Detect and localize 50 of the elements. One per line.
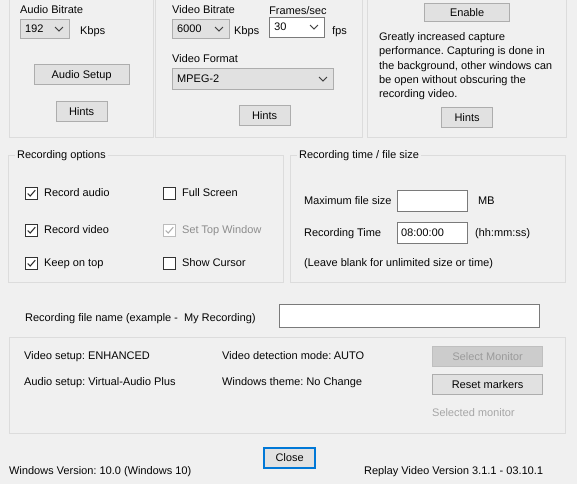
video-bitrate-label: Video Bitrate [172,3,236,17]
video-format-label: Video Format [172,52,239,66]
action-button[interactable]: Reset markers [432,374,543,395]
audio-bitrate-dropdown[interactable]: 192 [20,19,70,39]
checkmark-icon [26,188,37,198]
checkbox[interactable]: Record audio [25,186,163,200]
video-detection-text: Video detection mode: AUTO [222,350,366,362]
limits-note: (Leave blank for unlimited size or time) [304,257,494,269]
fps-dropdown[interactable]: 30 [269,16,326,38]
max-file-size-field[interactable] [397,190,468,212]
selected-monitor-label: Selected monitor [432,407,515,419]
time-format-label: (hh:mm:ss) [475,227,530,239]
chevron-icon [318,76,328,82]
hints-button[interactable]: Hints [238,105,290,126]
file-name-field[interactable] [279,304,540,328]
recording-time-label: Recording Time [304,227,382,239]
enable-button[interactable]: Enable [424,3,510,22]
recording-time-field[interactable]: 08:00:00 [397,222,468,244]
windows-version-text: Windows Version: 10.0 (Windows 10) [9,465,192,477]
app-version-text: Replay Video Version 3.1.1 - 03.10.1 [364,465,543,477]
frames-per-second-label: Frames/sec [269,4,328,18]
chevron-icon [54,26,64,32]
group-title: Recording options [15,149,108,162]
max-file-size-label: Maximum file size [304,195,392,207]
mb-label: MB [478,195,494,207]
checkmark-icon [26,224,37,236]
video-setup-text: Video setup: ENHANCED [24,350,151,362]
checkmark-icon [26,258,37,268]
video-format-dropdown[interactable]: MPEG-2 [172,68,334,90]
group-title: Recording time / file size [297,149,421,162]
checkbox[interactable]: Record video [25,223,163,237]
audio-setup-text: Audio setup: Virtual-Audio Plus [24,376,176,388]
checkbox[interactable]: Keep on top [25,256,163,270]
kbps-label: Kbps [234,24,260,38]
close-button[interactable]: Close [263,447,316,469]
windows-theme-text: Windows theme: No Change [222,376,364,388]
hints-button[interactable]: Hints [56,101,108,122]
capture-description: Greatly increased capture performance. Capturing is done in the background, other windows can be open without obscuring the recording video. [379,30,554,102]
chevron-icon [309,24,320,30]
checkbox[interactable]: Full Screen [163,186,283,200]
checkmark-icon [164,224,175,236]
video-bitrate-dropdown[interactable]: 6000 [172,19,230,39]
kbps-label: Kbps [80,24,106,38]
chevron-icon [214,26,224,32]
fps-label: fps [332,24,347,38]
file-name-label: Recording file name (example - My Recording) [25,312,256,324]
audio-bitrate-label: Audio Bitrate [20,3,84,17]
checkbox[interactable]: Show Cursor [163,256,283,270]
audio-setup-button[interactable]: Audio Setup [34,64,130,85]
hints-button[interactable]: Hints [441,107,493,128]
